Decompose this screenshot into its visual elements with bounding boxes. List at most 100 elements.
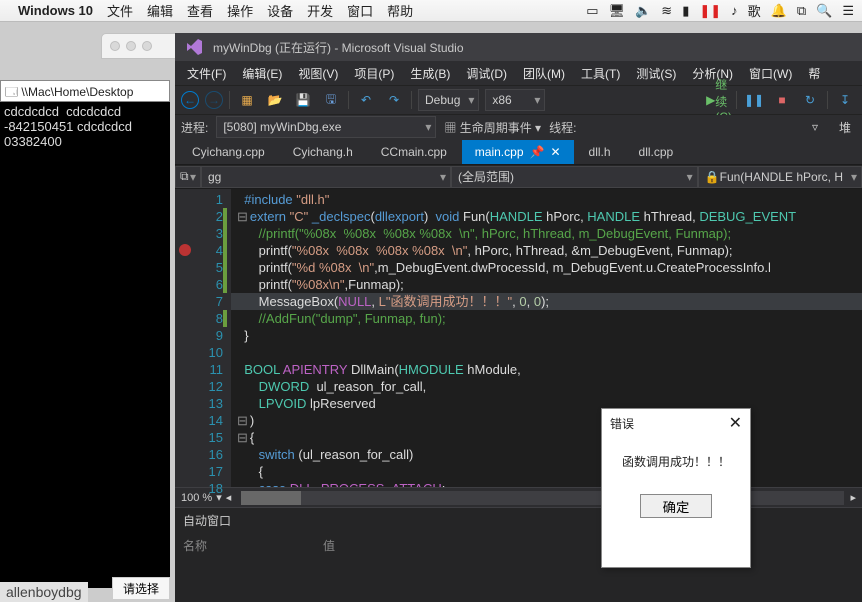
code-line[interactable]: switch (ul_reason_for_call) <box>231 446 862 463</box>
vs-menu-item[interactable]: 生成(B) <box>402 65 458 82</box>
code-line[interactable]: //AddFun("dump", Funmap, fun); <box>231 310 862 327</box>
volume-icon[interactable]: 🔈 <box>635 3 651 19</box>
editor-tab[interactable]: Cyichang.h <box>280 140 366 164</box>
vs-menu-item[interactable]: 帮 <box>800 65 828 82</box>
mac-menu-item[interactable]: 查看 <box>187 4 213 19</box>
app-name[interactable]: Windows 10 <box>18 3 93 18</box>
breakpoint-icon[interactable] <box>179 244 191 256</box>
vs-titlebar[interactable]: myWinDbg (正在运行) - Microsoft Visual Studi… <box>175 33 862 61</box>
traffic-light[interactable] <box>126 41 136 51</box>
vs-menu-item[interactable]: 分析(N) <box>684 65 741 82</box>
filter-icon[interactable]: ▿ <box>804 116 826 138</box>
code-line[interactable]: { <box>231 463 862 480</box>
h-scrollbar[interactable] <box>241 491 844 505</box>
close-tab-icon[interactable]: ✕ <box>550 145 560 159</box>
vs-menu-item[interactable]: 测试(S) <box>628 65 684 82</box>
message-icon[interactable]: ▭ <box>586 3 598 19</box>
vs-menu-item[interactable]: 项目(P) <box>346 65 402 82</box>
nav-left-combo[interactable]: gg <box>201 166 451 188</box>
code-area[interactable]: #include "dll.h"⊟extern "C" _declspec(dl… <box>231 189 862 487</box>
editor-tab[interactable]: main.cpp📌✕ <box>462 140 574 164</box>
menu-icon[interactable]: ☰ <box>842 3 854 19</box>
process-combo[interactable]: [5080] myWinDbg.exe <box>216 116 436 138</box>
code-line[interactable]: printf("%d %08x \n",m_DebugEvent.dwProce… <box>231 259 862 276</box>
bell-icon[interactable]: 🔔 <box>771 3 787 19</box>
code-line[interactable]: DWORD ul_reason_for_call, <box>231 378 862 395</box>
save-all-icon[interactable]: 🖫 <box>320 89 342 111</box>
change-marker <box>223 310 227 327</box>
ok-button[interactable]: 确定 <box>640 494 712 518</box>
code-line[interactable]: //printf("%08x %08x %08x %08x \n", hPorc… <box>231 225 862 242</box>
vs-menu-item[interactable]: 调试(D) <box>458 65 515 82</box>
vs-menu-item[interactable]: 编辑(E) <box>234 65 290 82</box>
pause-debug-icon[interactable]: ❚❚ <box>743 89 765 111</box>
wifi-icon[interactable]: ≋ <box>661 3 672 19</box>
platform-combo[interactable]: x86 <box>485 89 545 111</box>
vs-menu-item[interactable]: 团队(M) <box>515 65 573 82</box>
mac-menu-item[interactable]: 操作 <box>227 4 253 19</box>
change-marker <box>223 242 227 259</box>
open-icon[interactable]: 📂 <box>264 89 286 111</box>
close-icon[interactable]: ✕ <box>729 413 742 433</box>
col-name[interactable]: 名称 <box>183 537 323 554</box>
code-line[interactable]: #include "dll.h" <box>231 191 862 208</box>
traffic-light[interactable] <box>142 41 152 51</box>
search-icon[interactable]: 🔍 <box>816 3 832 19</box>
code-line[interactable]: printf("%08x %08x %08x %08x \n", hPorc, … <box>231 242 862 259</box>
vs-menu-item[interactable]: 工具(T) <box>573 65 628 82</box>
nav-back-icon[interactable]: ← <box>181 91 199 109</box>
scope-icon[interactable]: ⧉ <box>175 166 201 188</box>
pin-icon[interactable]: 📌 <box>530 145 545 159</box>
code-line[interactable]: LPVOID lpReserved <box>231 395 862 412</box>
editor-tab[interactable]: Cyichang.cpp <box>179 140 278 164</box>
code-line[interactable] <box>231 344 862 361</box>
code-line[interactable]: ⊟{ <box>231 429 862 446</box>
nav-scope-combo[interactable]: (全局范围) <box>451 166 698 188</box>
pause-icon[interactable]: ❚❚ <box>699 3 721 19</box>
gutter[interactable]: 123456789101112131415161718 <box>175 189 231 487</box>
code-line[interactable]: printf("%08x\n",Funmap); <box>231 276 862 293</box>
step-into-icon[interactable]: ↧ <box>834 89 856 111</box>
note-icon[interactable]: ♪ <box>731 3 738 18</box>
editor-tab[interactable]: CCmain.cpp <box>368 140 460 164</box>
lifecycle-label[interactable]: ▦ 生命周期事件 ▾ <box>444 119 541 136</box>
mac-menu-item[interactable]: 开发 <box>307 4 333 19</box>
save-icon[interactable]: 💾 <box>292 89 314 111</box>
code-line[interactable]: MessageBox(NULL, L"函数调用成功！！！", 0, 0); <box>231 293 862 310</box>
code-line[interactable]: BOOL APIENTRY DllMain(HMODULE hModule, <box>231 361 862 378</box>
editor-tab[interactable]: dll.cpp <box>626 140 687 164</box>
restart-debug-icon[interactable]: ↻ <box>799 89 821 111</box>
panel-title[interactable]: 自动窗口 <box>175 508 862 533</box>
code-line[interactable]: } <box>231 327 862 344</box>
code-line[interactable]: ⊟) <box>231 412 862 429</box>
vs-menu-item[interactable]: 视图(V) <box>290 65 346 82</box>
battery-icon[interactable]: ▮ <box>682 3 689 19</box>
display-icon[interactable]: 🖥 <box>609 3 626 19</box>
code-line[interactable]: ⊟extern "C" _declspec(dllexport) void Fu… <box>231 208 862 225</box>
vs-menu-item[interactable]: 窗口(W) <box>741 65 800 82</box>
config-combo[interactable]: Debug <box>418 89 479 111</box>
select-button[interactable]: 请选择 <box>112 577 170 600</box>
redo-icon[interactable]: ↷ <box>383 89 405 111</box>
nav-fwd-icon[interactable]: → <box>205 91 223 109</box>
ime-icon[interactable]: 歌 <box>748 1 761 20</box>
nav-member-combo[interactable]: 🔒 Fun(HANDLE hPorc, H <box>698 166 862 188</box>
stack-frame-icon[interactable]: 堆 <box>834 116 856 138</box>
stop-debug-icon[interactable]: ■ <box>771 89 793 111</box>
mac-menu-item[interactable]: 文件 <box>107 4 133 19</box>
mac-menu-item[interactable]: 帮助 <box>387 4 413 19</box>
editor[interactable]: 123456789101112131415161718 #include "dl… <box>175 189 862 487</box>
dock-icon[interactable]: ⧉ <box>797 3 806 19</box>
editor-tab[interactable]: dll.h <box>576 140 624 164</box>
mac-menu-item[interactable]: 编辑 <box>147 4 173 19</box>
new-icon[interactable]: ▦ <box>236 89 258 111</box>
continue-button[interactable]: ▶ 继续(C) <box>708 89 730 111</box>
undo-icon[interactable]: ↶ <box>355 89 377 111</box>
traffic-light[interactable] <box>110 41 120 51</box>
col-value[interactable]: 值 <box>323 537 335 554</box>
code-line[interactable]: case DLL_PROCESS_ATTACH: <box>231 480 862 487</box>
console-window: 🗔 \\Mac\Home\Desktop cdcdcdcd cdcdcdcd -… <box>0 80 170 588</box>
mac-menu-item[interactable]: 窗口 <box>347 4 373 19</box>
vs-menu-item[interactable]: 文件(F) <box>179 65 234 82</box>
mac-menu-item[interactable]: 设备 <box>267 4 293 19</box>
